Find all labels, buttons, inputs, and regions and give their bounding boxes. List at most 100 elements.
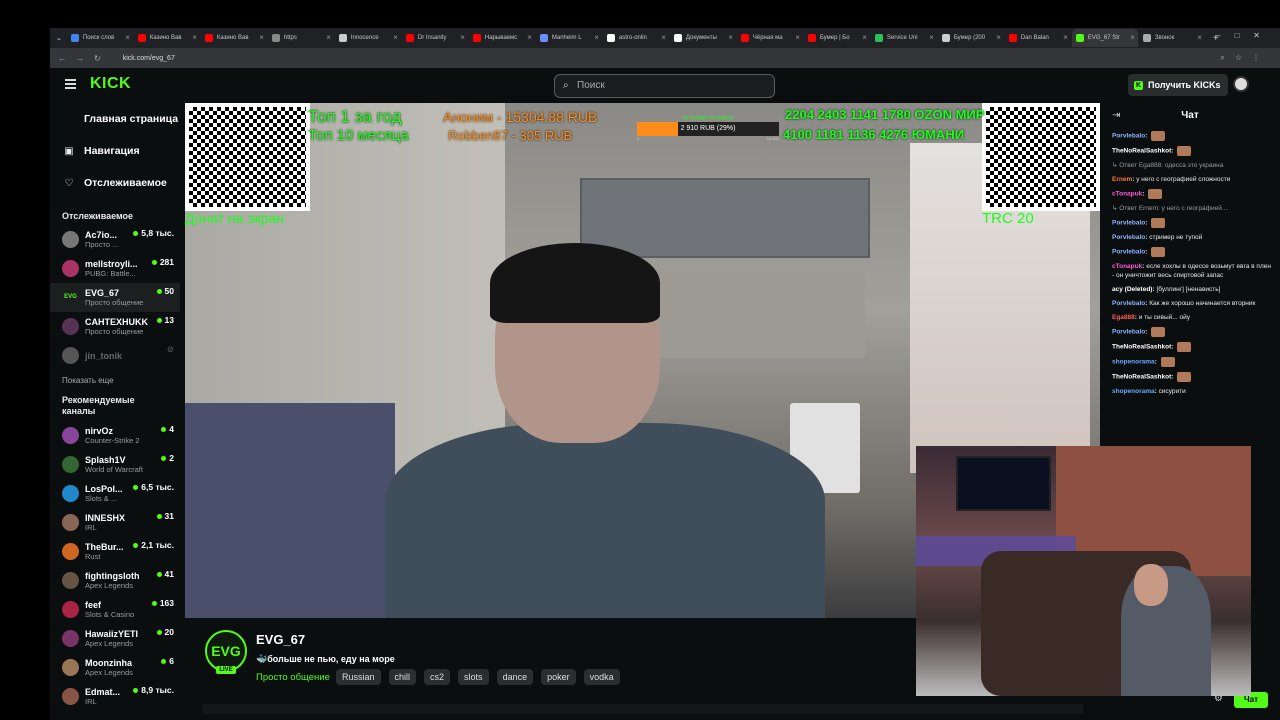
browser-tab[interactable]: Dan Balan × [1005, 29, 1071, 47]
menu-icon[interactable] [65, 79, 76, 89]
card-number-1: 2204 2403 1141 1780 OZON МИР [785, 107, 985, 122]
browser-tab[interactable]: astro-onlin × [603, 29, 669, 47]
close-icon[interactable]: × [594, 33, 599, 42]
tab-search-icon[interactable]: ⌄ [56, 34, 62, 42]
stream-tag[interactable]: slots [458, 669, 489, 685]
channel-name[interactable]: EVG_67 [256, 632, 305, 647]
browser-tab[interactable]: Dr Insanity × [402, 29, 468, 47]
close-icon[interactable]: × [996, 33, 1001, 42]
browser-tab[interactable]: Чёрная ма × [737, 29, 803, 47]
search-input[interactable]: ⌕ Поиск [554, 74, 775, 98]
close-icon[interactable]: × [527, 33, 532, 42]
picture-in-picture-video[interactable] [916, 446, 1251, 696]
close-icon[interactable]: × [862, 33, 867, 42]
sidebar-channel[interactable]: feef Slots & Casino 163 [50, 595, 180, 624]
chat-message: TheNoRealSashkot: [1100, 370, 1280, 385]
chat-username[interactable]: Ega888 [1112, 314, 1135, 321]
sidebar-nav-item[interactable]: Главная страница [50, 103, 180, 135]
sidebar-channel[interactable]: TheBur... Rust 2,1 тыс. [50, 537, 180, 566]
close-icon[interactable]: × [393, 33, 398, 42]
show-more-link[interactable]: Показать еще [50, 370, 180, 389]
sidebar-channel[interactable]: EVG EVG_67 Просто общение 50 [50, 283, 180, 312]
close-icon[interactable]: × [795, 33, 800, 42]
stream-tag[interactable]: chill [388, 669, 417, 685]
chat-username[interactable]: Porvlebalo [1112, 220, 1145, 227]
sidebar-channel[interactable]: HawaiizYETI Apex Legends 20 [50, 624, 180, 653]
sidebar-channel[interactable]: Ac7io... Просто ... 5,8 тыс. [50, 225, 180, 254]
browser-tab[interactable]: Бумер | Бо × [804, 29, 870, 47]
browser-actions[interactable]: ⌕☆⋮ [1220, 53, 1270, 63]
stream-category[interactable]: Просто общение [256, 672, 330, 683]
sidebar-channel[interactable]: Moonzinha Apex Legends 6 [50, 653, 180, 682]
chat-username[interactable]: acy (Deleted) [1112, 286, 1152, 293]
chat-username[interactable]: cTonapuk [1112, 263, 1142, 270]
sidebar-channel[interactable]: fightingsloth Apex Legends 41 [50, 566, 180, 595]
close-icon[interactable]: × [1197, 33, 1202, 42]
sidebar-channel[interactable]: CAHTEXHUKK Просто общение 13 [50, 312, 180, 341]
close-icon[interactable]: × [661, 33, 666, 42]
browser-tab[interactable]: Казино Вав × [134, 29, 200, 47]
chat-username[interactable]: Ernem [1112, 176, 1132, 183]
chat-username[interactable]: Porvlebalo [1112, 234, 1145, 241]
chat-username[interactable]: TheNoRealSashkot [1112, 148, 1171, 155]
close-icon[interactable]: × [728, 33, 733, 42]
kick-logo[interactable]: KICK [90, 75, 131, 93]
stream-tag[interactable]: Russian [336, 669, 381, 685]
browser-tab[interactable]: EVG_67 Str × [1071, 29, 1138, 47]
chat-username[interactable]: Porvlebalo [1112, 300, 1145, 307]
browser-tab[interactable]: Звонок × [1139, 29, 1205, 47]
tab-label: Документы [685, 35, 717, 41]
channel-category: Просто ... [85, 240, 119, 249]
sidebar-channel[interactable]: Edmat... IRL 8,9 тыс. [50, 682, 180, 711]
stream-tag[interactable]: dance [496, 669, 534, 685]
browser-tab[interactable]: Документы × [670, 29, 736, 47]
chat-username[interactable]: shopenorama [1112, 388, 1155, 395]
sidebar-channel[interactable]: Splash1V World of Warcraft 2 [50, 450, 180, 479]
chat-username[interactable]: TheNoRealSashkot [1112, 374, 1171, 381]
sidebar-channel[interactable]: mellstroyli... PUBG: Battle... 281 [50, 254, 180, 283]
close-icon[interactable]: × [326, 33, 331, 42]
chat-username[interactable]: TheNoRealSashkot [1112, 344, 1171, 351]
sidebar-channel[interactable]: nirvOz Counter-Strike 2 4 [50, 421, 180, 450]
browser-tab[interactable]: Бумер (200 × [938, 29, 1004, 47]
chat-username[interactable]: Porvlebalo [1112, 249, 1145, 256]
viewer-count-value: 41 [164, 569, 174, 579]
goal-start: 0 [637, 136, 640, 141]
stream-tag[interactable]: poker [541, 669, 576, 685]
chat-username[interactable]: Porvlebalo [1112, 329, 1145, 336]
close-icon[interactable]: × [929, 33, 934, 42]
chat-text: сисурити [1158, 388, 1186, 395]
stream-tag[interactable]: cs2 [424, 669, 451, 685]
close-icon[interactable]: × [460, 33, 465, 42]
tab-label: Dr Insanity [417, 35, 447, 41]
browser-tab[interactable]: Manheim L × [536, 29, 602, 47]
browser-tab[interactable]: Нарываемс × [469, 29, 535, 47]
sidebar-channel[interactable]: INNESHX IRL 31 [50, 508, 180, 537]
chat-username[interactable]: cTonapuk [1112, 191, 1142, 198]
chat-username[interactable]: Porvlebalo [1112, 133, 1145, 140]
sidebar-channel[interactable]: jin_tonik ⊘ [50, 341, 180, 370]
sidebar-channel[interactable]: LosPol... Slots & ... 6,5 тыс. [50, 479, 180, 508]
stream-tag[interactable]: vodka [583, 669, 620, 685]
sidebar-nav-label: Главная страница [84, 113, 179, 125]
close-icon[interactable]: × [1130, 33, 1135, 42]
recommended-title: Рекомендуемые каналы [62, 395, 135, 416]
window-controls[interactable]: –□✕ [1216, 31, 1274, 40]
viewer-count: 6 [161, 656, 174, 666]
browser-tab[interactable]: https × [268, 29, 334, 47]
close-icon[interactable]: × [192, 33, 197, 42]
close-icon[interactable]: × [259, 33, 264, 42]
url-field[interactable]: kick.com/evg_67 [123, 55, 175, 62]
sidebar-nav-item[interactable]: ▣ Навигация [50, 135, 180, 167]
browser-tab[interactable]: Service Uni × [871, 29, 937, 47]
user-avatar[interactable] [1233, 76, 1249, 92]
chat-username[interactable]: shopenorama [1112, 359, 1155, 366]
browser-tab[interactable]: Innocence × [335, 29, 401, 47]
browser-tab[interactable]: Казино Вав × [201, 29, 267, 47]
close-icon[interactable]: × [1063, 33, 1068, 42]
nav-buttons[interactable]: ←→↻ [58, 54, 111, 63]
sidebar-nav-item[interactable]: ♡ Отслеживаемое [50, 167, 180, 199]
browser-tab[interactable]: Поиск слов × [67, 29, 133, 47]
get-kicks-button[interactable]: K Получить KICKs [1128, 74, 1228, 96]
close-icon[interactable]: × [125, 33, 130, 42]
